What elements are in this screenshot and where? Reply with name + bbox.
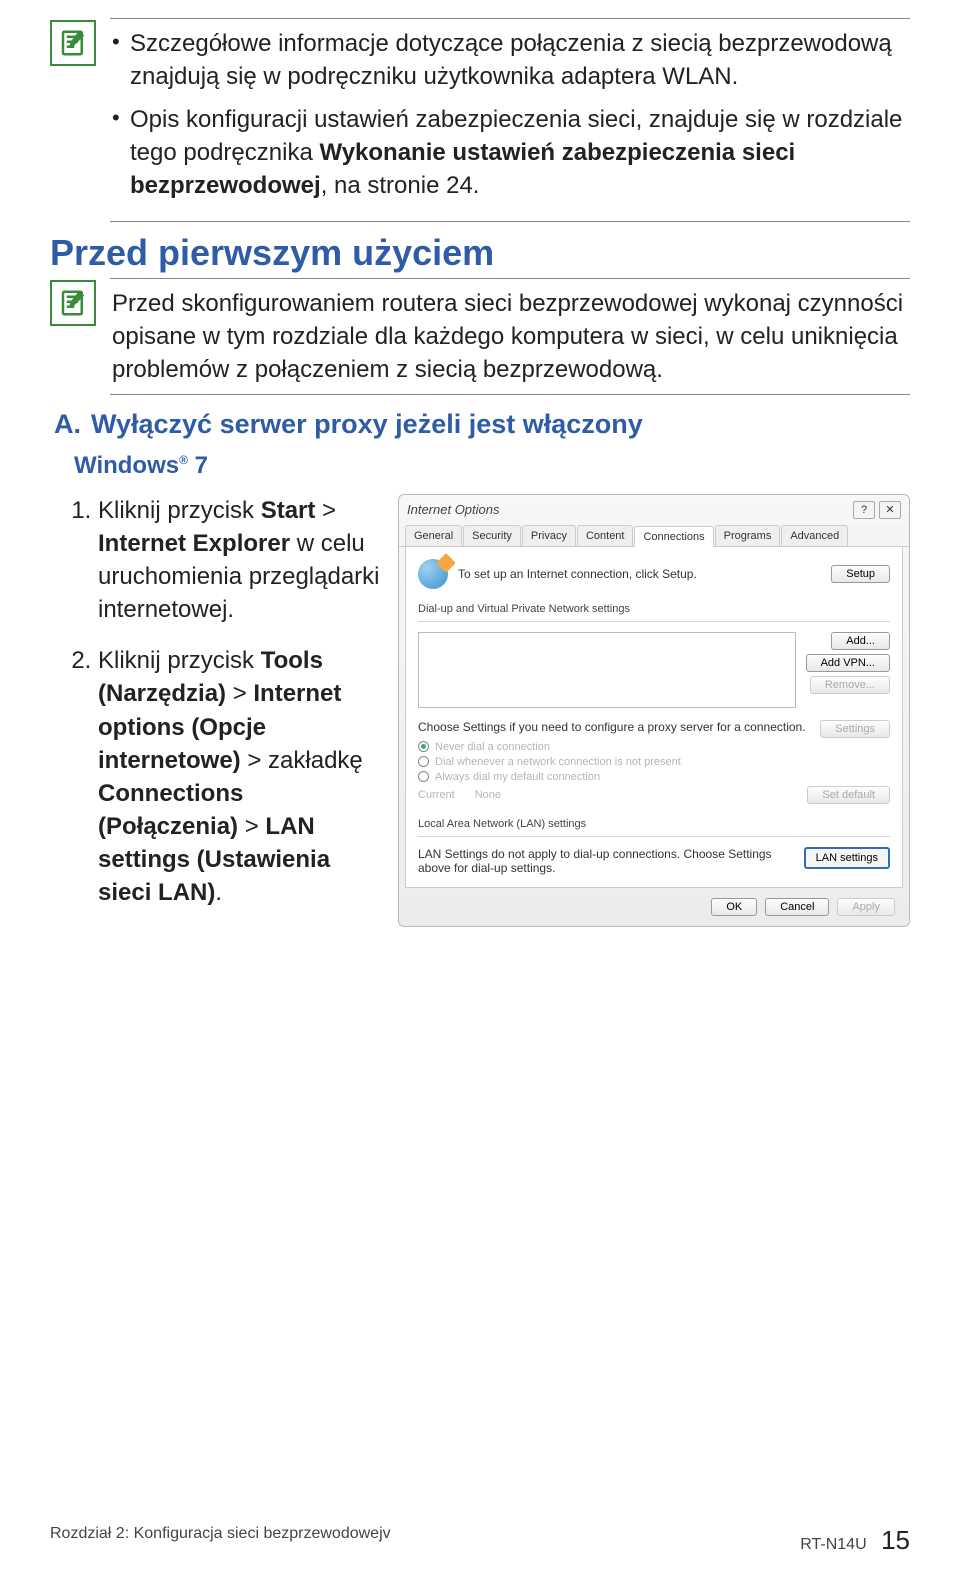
lan-settings-button[interactable]: LAN settings <box>804 847 890 869</box>
close-button[interactable]: ✕ <box>879 501 901 519</box>
radio-never-dial[interactable] <box>418 741 429 752</box>
tab-general[interactable]: General <box>405 525 462 546</box>
note-box-2: Przed skonfigurowaniem routera sieci bez… <box>110 278 910 395</box>
tab-content[interactable]: Content <box>577 525 634 546</box>
note-icon <box>50 280 96 326</box>
radio-dial-when-no-network[interactable] <box>418 756 429 767</box>
note1-item2: Opis konfiguracji ustawień zabezpieczeni… <box>130 103 908 202</box>
tab-connections[interactable]: Connections <box>634 526 713 547</box>
dialup-section-label: Dial-up and Virtual Private Network sett… <box>418 603 890 615</box>
current-label: Current <box>418 789 455 801</box>
section-a-heading: A.Wyłączyć serwer proxy jeżeli jest włąc… <box>54 409 910 440</box>
note1-item1: Szczegółowe informacje dotyczące połącze… <box>130 27 908 93</box>
settings-button[interactable]: Settings <box>820 720 890 738</box>
add-button[interactable]: Add... <box>831 632 890 650</box>
cancel-button[interactable]: Cancel <box>765 898 829 916</box>
globe-icon <box>418 559 448 589</box>
dialup-listbox[interactable] <box>418 632 796 708</box>
setup-text: To set up an Internet connection, click … <box>458 567 821 581</box>
internet-options-dialog: Internet Options ? ✕ General Security Pr… <box>398 494 910 927</box>
ok-button[interactable]: OK <box>711 898 757 916</box>
remove-button[interactable]: Remove... <box>810 676 890 694</box>
note-icon <box>50 20 96 66</box>
note-box-1: Szczegółowe informacje dotyczące połącze… <box>110 18 910 222</box>
tab-security[interactable]: Security <box>463 525 521 546</box>
apply-button[interactable]: Apply <box>837 898 895 916</box>
help-button[interactable]: ? <box>853 501 875 519</box>
setup-button[interactable]: Setup <box>831 565 890 583</box>
current-value: None <box>475 789 501 801</box>
page-number: 15 <box>881 1525 910 1555</box>
step-2: Kliknij przycisk Tools (Narzędzia) > Int… <box>98 644 380 909</box>
tab-privacy[interactable]: Privacy <box>522 525 576 546</box>
section-title-before-use: Przed pierwszym użyciem <box>50 232 910 274</box>
proxy-helptext: Choose Settings if you need to configure… <box>418 720 810 734</box>
windows-7-heading: Windows® 7 <box>74 452 910 480</box>
radio-always-dial[interactable] <box>418 771 429 782</box>
footer-chapter: Rozdział 2: Konfiguracja sieci bezprzewo… <box>50 1525 391 1556</box>
dialog-title: Internet Options <box>407 502 500 517</box>
set-default-button[interactable]: Set default <box>807 786 890 804</box>
footer-model: RT-N14U <box>800 1536 866 1553</box>
tab-strip: General Security Privacy Content Connect… <box>399 525 909 547</box>
tab-advanced[interactable]: Advanced <box>781 525 848 546</box>
step-1: Kliknij przycisk Start > Internet Explor… <box>98 494 380 626</box>
tab-programs[interactable]: Programs <box>715 525 781 546</box>
lan-helptext: LAN Settings do not apply to dial-up con… <box>418 847 794 875</box>
add-vpn-button[interactable]: Add VPN... <box>806 654 890 672</box>
lan-section-label: Local Area Network (LAN) settings <box>418 818 890 830</box>
